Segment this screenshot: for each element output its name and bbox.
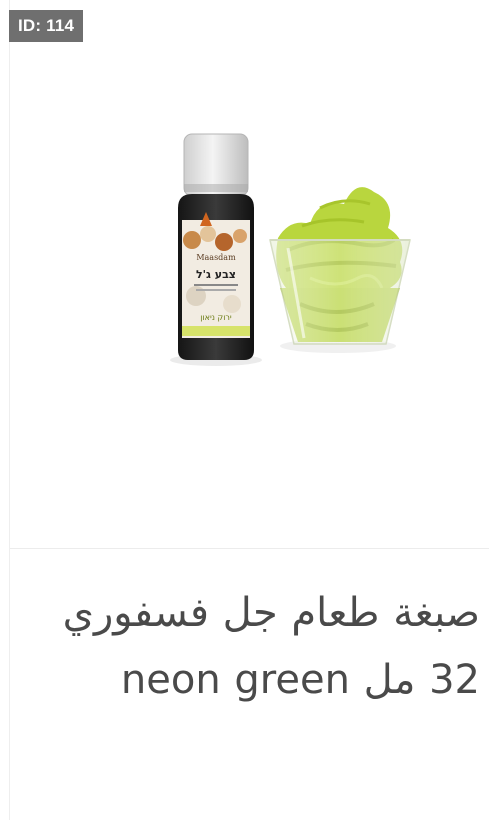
product-title[interactable]: صبغة طعام جل فسفوري 32 مل neon green — [20, 580, 480, 714]
bottle-brand-text: Maasdam — [196, 253, 236, 262]
product-card[interactable]: ID: 114 Maasdam צבע ג'ל ירוק ניאון صبغة … — [0, 0, 489, 820]
product-image[interactable]: Maasdam צבע ג'ל ירוק ניאון — [160, 128, 420, 378]
id-badge: ID: 114 — [9, 10, 84, 42]
divider — [10, 548, 489, 549]
bottle-label-text: צבע ג'ל — [196, 268, 236, 281]
product-image-area[interactable]: Maasdam צבע ג'ל ירוק ניאון — [10, 0, 489, 548]
bottle-sub-text: ירוק ניאון — [200, 313, 232, 322]
glass-cup — [269, 239, 411, 345]
